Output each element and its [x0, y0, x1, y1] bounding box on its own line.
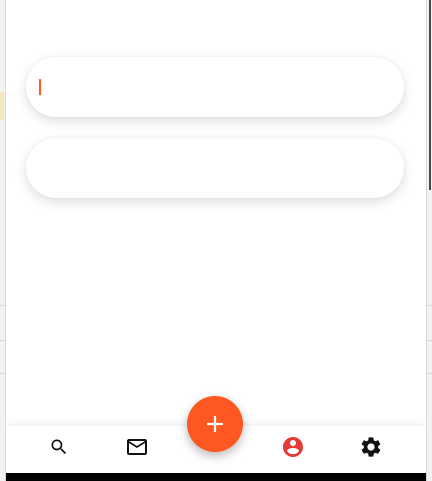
screen: [0, 0, 432, 481]
text-input-1[interactable]: [26, 57, 404, 117]
mail-icon: [125, 435, 149, 464]
plus-icon: [205, 414, 225, 434]
background-window-border: [429, 0, 431, 190]
app-window: [5, 0, 427, 481]
background-window-tab: [0, 92, 4, 120]
text-cursor: [39, 79, 41, 95]
add-button[interactable]: [187, 396, 243, 452]
system-bottom-bar: [6, 473, 426, 481]
nav-search-button[interactable]: [35, 426, 83, 473]
search-icon: [49, 437, 69, 462]
text-input-2[interactable]: [26, 138, 404, 198]
account-circle-icon: [281, 435, 305, 464]
nav-profile-button[interactable]: [269, 426, 317, 473]
nav-mail-button[interactable]: [113, 426, 161, 473]
nav-settings-button[interactable]: [347, 426, 395, 473]
gear-icon: [359, 435, 383, 464]
